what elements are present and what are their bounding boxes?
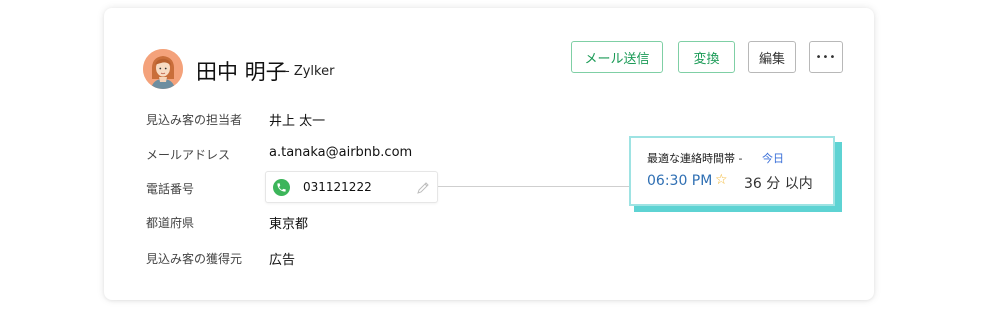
lead-company: - Zylker: [285, 64, 335, 79]
send-email-button[interactable]: メール送信: [571, 41, 663, 73]
field-label-prefecture: 都道府県: [146, 216, 195, 230]
best-contact-time-popup: 最適な連絡時間帯 - 今日 06:30 PM ☆ 36 分 以内: [629, 136, 835, 206]
convert-button[interactable]: 変換: [678, 41, 735, 73]
field-value-email[interactable]: a.tanaka@airbnb.com: [269, 145, 412, 160]
popup-connector-line: [438, 186, 632, 187]
lead-name: 田中 明子: [196, 60, 287, 84]
field-label-email: メールアドレス: [146, 148, 231, 162]
popup-time: 06:30 PM: [647, 173, 713, 189]
pencil-icon[interactable]: [416, 180, 430, 194]
field-value-lead-owner: 井上 太一: [269, 114, 326, 129]
star-icon: ☆: [715, 172, 728, 188]
field-value-lead-source: 広告: [269, 253, 296, 268]
popup-title: 最適な連絡時間帯 -: [647, 152, 743, 165]
phone-icon[interactable]: [273, 179, 290, 196]
avatar: [143, 49, 183, 89]
more-options-button[interactable]: •••: [809, 41, 843, 73]
field-label-lead-owner: 見込み客の担当者: [146, 113, 243, 127]
phone-field[interactable]: 031121222: [265, 171, 438, 203]
field-value-prefecture: 東京都: [269, 217, 309, 232]
popup-day: 今日: [762, 152, 784, 165]
phone-number[interactable]: 031121222: [303, 180, 372, 194]
popup-duration: 36 分 以内: [744, 176, 813, 192]
field-label-phone: 電話番号: [146, 182, 195, 196]
field-label-lead-source: 見込み客の獲得元: [146, 252, 243, 266]
edit-button[interactable]: 編集: [748, 41, 796, 73]
